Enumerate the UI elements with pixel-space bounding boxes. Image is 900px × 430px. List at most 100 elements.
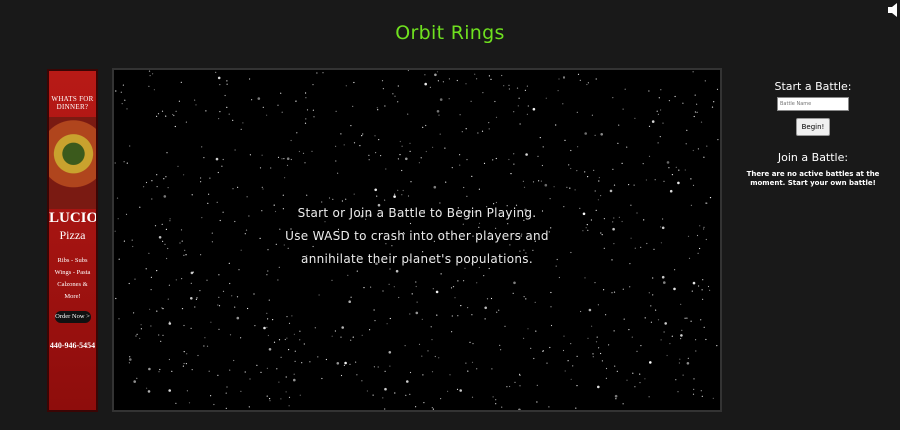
star <box>628 184 630 186</box>
star <box>409 142 411 144</box>
star <box>341 326 344 329</box>
star <box>421 318 423 320</box>
star <box>284 177 286 179</box>
star <box>259 167 262 169</box>
star <box>397 85 399 87</box>
star <box>381 80 384 82</box>
star <box>656 110 658 112</box>
star <box>451 315 453 317</box>
star <box>401 194 403 196</box>
star <box>650 321 653 323</box>
star <box>246 196 248 198</box>
star <box>294 360 296 362</box>
star <box>526 85 528 87</box>
star <box>660 89 662 91</box>
star <box>534 301 536 303</box>
star <box>488 122 490 124</box>
star <box>418 162 420 164</box>
star <box>384 370 386 372</box>
star <box>409 371 412 374</box>
star <box>407 195 410 197</box>
star <box>539 137 541 139</box>
star <box>596 336 598 338</box>
star <box>564 139 566 141</box>
star <box>174 125 176 128</box>
star <box>530 347 532 349</box>
star <box>657 142 659 144</box>
star <box>477 132 479 134</box>
star <box>286 157 290 160</box>
star <box>222 290 225 292</box>
battle-name-input[interactable] <box>777 97 849 111</box>
star <box>190 282 192 284</box>
star <box>693 388 695 390</box>
star <box>440 398 442 400</box>
star <box>496 311 498 313</box>
star <box>210 395 212 397</box>
star <box>369 329 371 331</box>
star <box>225 407 227 409</box>
speaker-icon[interactable] <box>888 2 900 18</box>
star <box>215 157 219 161</box>
page-title: Orbit Rings <box>395 22 505 44</box>
star <box>294 350 296 352</box>
star <box>701 395 703 397</box>
ad-order-button[interactable]: Order Now > <box>54 311 91 323</box>
star <box>162 334 164 336</box>
advertisement-banner[interactable]: WHATS FOR DINNER? LUCIO'S Pizza Ribs - S… <box>47 69 98 412</box>
star <box>645 179 648 181</box>
star <box>492 159 494 161</box>
star <box>226 80 228 82</box>
star <box>152 73 154 75</box>
begin-button[interactable]: Begin! <box>795 118 831 136</box>
star <box>293 333 295 335</box>
star <box>709 197 712 199</box>
star <box>549 198 551 200</box>
star <box>277 104 279 106</box>
star <box>572 365 574 367</box>
star <box>584 171 586 173</box>
star <box>597 385 600 389</box>
star <box>584 132 587 135</box>
star <box>612 97 614 99</box>
star <box>165 176 167 178</box>
star <box>186 353 188 355</box>
star <box>513 281 516 285</box>
game-canvas[interactable]: Start or Join a Battle to Begin Playing.… <box>112 68 722 412</box>
star <box>140 324 142 326</box>
star <box>299 330 301 332</box>
star <box>644 378 646 380</box>
star <box>674 95 676 98</box>
star <box>692 393 695 395</box>
star <box>253 293 255 295</box>
star <box>716 345 718 347</box>
star <box>420 157 422 159</box>
star <box>143 186 145 188</box>
star <box>449 374 451 376</box>
star <box>432 288 434 290</box>
star <box>217 76 221 80</box>
star <box>129 356 131 358</box>
star <box>218 274 220 276</box>
star <box>156 186 158 188</box>
star <box>394 392 396 394</box>
star <box>434 355 436 358</box>
star <box>692 281 696 285</box>
star <box>293 373 295 375</box>
star <box>587 82 589 84</box>
star <box>283 158 285 160</box>
star <box>135 335 137 337</box>
star <box>384 105 386 107</box>
star <box>267 318 269 320</box>
star <box>183 351 185 353</box>
star <box>153 89 155 91</box>
star <box>192 271 194 273</box>
star <box>312 84 314 86</box>
star <box>660 339 662 341</box>
star <box>510 173 512 175</box>
star <box>598 180 600 182</box>
star <box>304 162 306 164</box>
star <box>700 319 702 321</box>
star <box>340 133 342 135</box>
star <box>281 158 283 160</box>
